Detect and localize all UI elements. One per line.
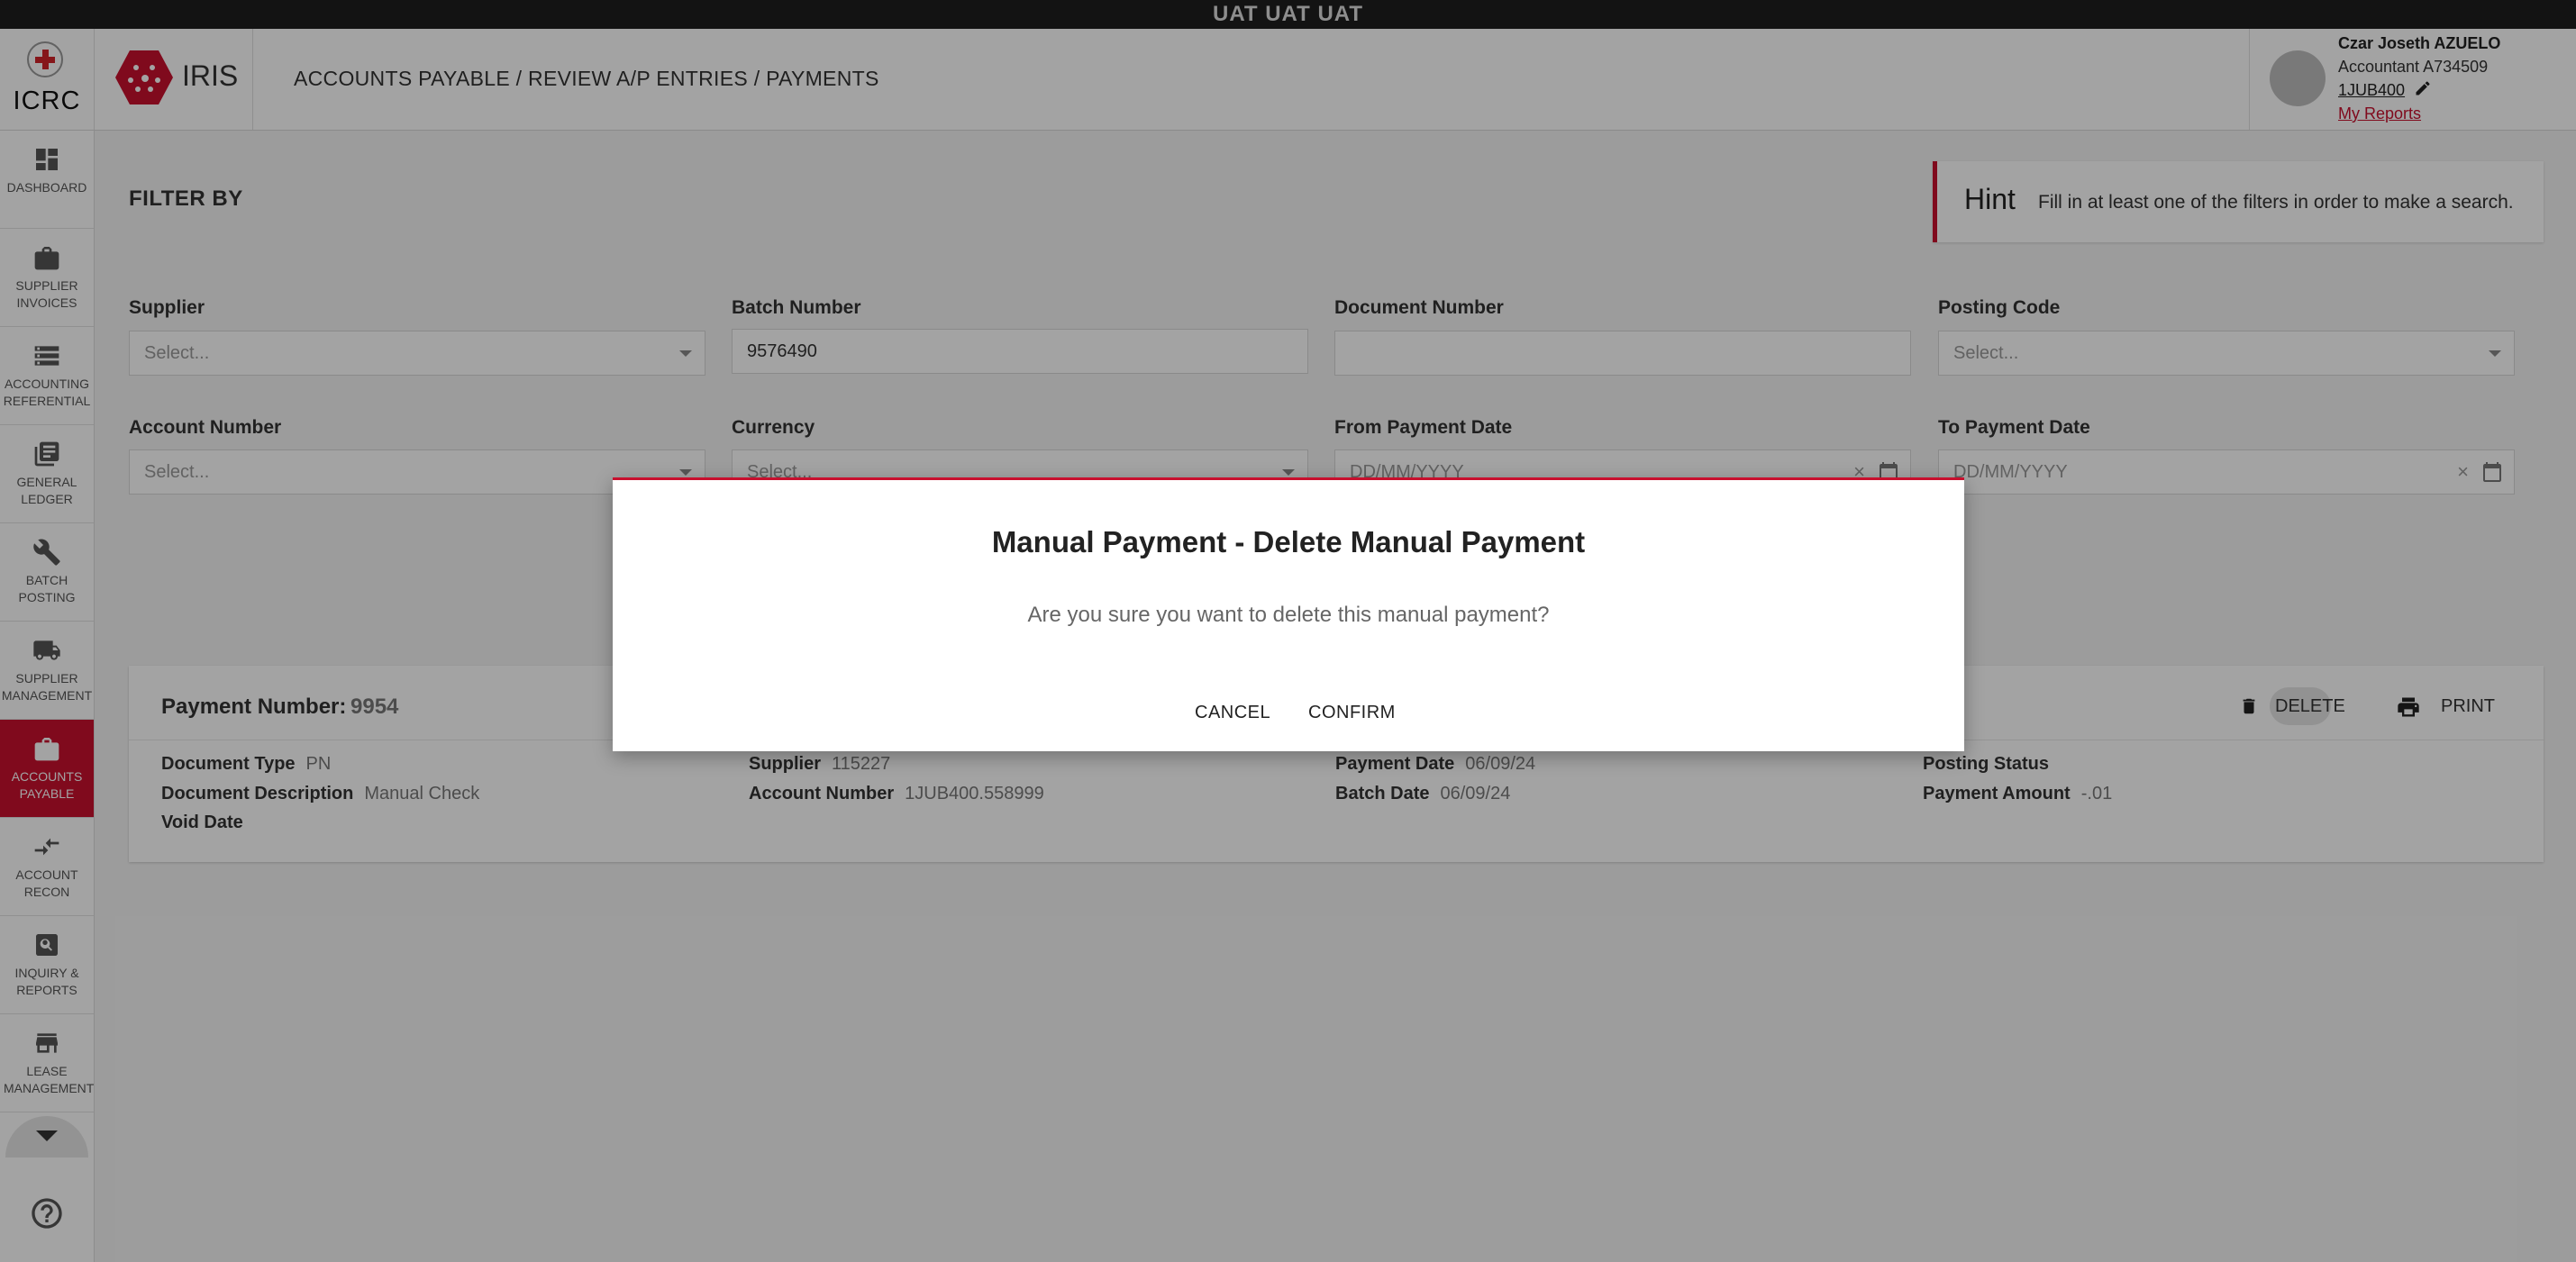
confirm-button[interactable]: CONFIRM xyxy=(1303,695,1401,731)
cancel-button[interactable]: CANCEL xyxy=(1189,695,1276,731)
dialog-title: Manual Payment - Delete Manual Payment xyxy=(991,525,1586,558)
dialog-message: Are you sure you want to delete this man… xyxy=(1027,603,1550,627)
delete-confirm-dialog: Manual Payment - Delete Manual Payment A… xyxy=(613,477,1964,751)
